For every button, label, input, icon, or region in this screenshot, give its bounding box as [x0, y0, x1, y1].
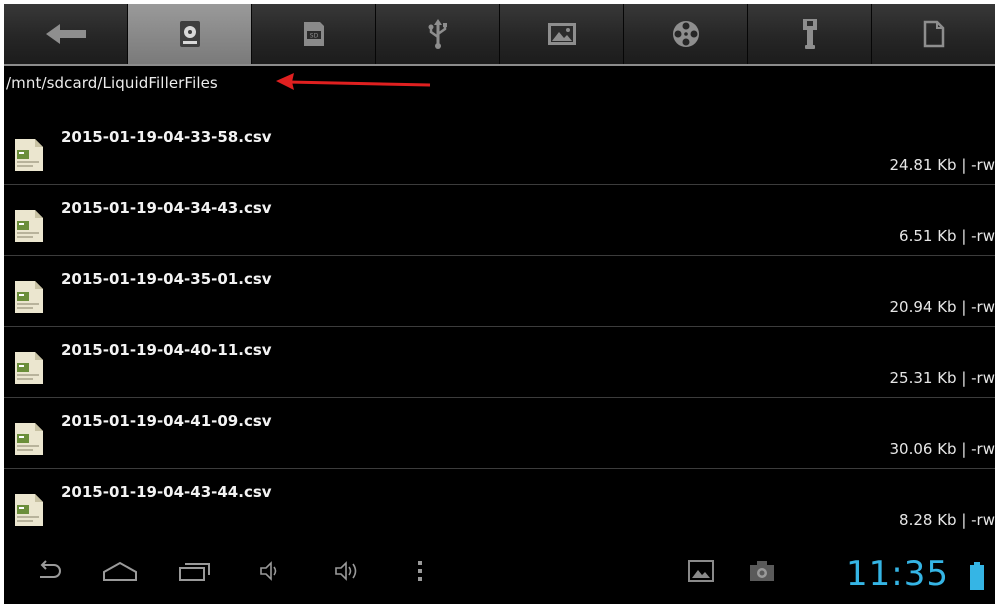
file-name: 2015-01-19-04-41-09.csv [61, 412, 272, 430]
home-nav-icon[interactable] [102, 560, 138, 582]
file-size-permissions: 25.31 Kb | -rw [889, 369, 995, 387]
system-bar: 11:35 [4, 540, 995, 604]
file-list: 2015-01-19-04-33-58.csv 24.81 Kb | -rw 2… [4, 114, 995, 539]
tab-tools[interactable] [748, 4, 872, 64]
file-row[interactable]: 2015-01-19-04-41-09.csv 30.06 Kb | -rw [4, 398, 995, 469]
file-manager-tab-bar: SD [4, 4, 995, 66]
film-reel-icon [672, 21, 699, 47]
picture-icon [547, 23, 576, 45]
back-arrow-icon [45, 24, 86, 44]
menu-overflow-icon[interactable] [416, 560, 424, 582]
file-icon [15, 494, 43, 526]
usb-icon [428, 19, 447, 49]
file-name: 2015-01-19-04-43-44.csv [61, 483, 272, 501]
file-row[interactable]: 2015-01-19-04-34-43.csv 6.51 Kb | -rw [4, 185, 995, 256]
file-row[interactable]: 2015-01-19-04-40-11.csv 25.31 Kb | -rw [4, 327, 995, 398]
file-name: 2015-01-19-04-35-01.csv [61, 270, 272, 288]
current-path: /mnt/sdcard/LiquidFillerFiles [6, 74, 218, 92]
file-size-permissions: 20.94 Kb | -rw [889, 298, 995, 316]
file-name: 2015-01-19-04-33-58.csv [61, 128, 272, 146]
recent-apps-icon[interactable] [178, 560, 212, 582]
tab-back[interactable] [4, 4, 128, 64]
svg-text:SD: SD [309, 33, 318, 40]
document-icon [923, 20, 944, 48]
clock[interactable]: 11:35 [846, 554, 949, 594]
file-row[interactable]: 2015-01-19-04-33-58.csv 24.81 Kb | -rw [4, 114, 995, 185]
file-icon [15, 139, 43, 171]
back-nav-icon[interactable] [34, 560, 64, 582]
sd-card-icon: SD [303, 22, 324, 46]
tab-internal-storage[interactable] [128, 4, 252, 64]
annotation-arrow-icon [276, 73, 431, 90]
file-size-permissions: 24.81 Kb | -rw [889, 156, 995, 174]
gallery-notification-icon[interactable] [688, 560, 714, 582]
file-icon [15, 352, 43, 384]
internal-storage-icon [179, 21, 200, 47]
file-row[interactable]: 2015-01-19-04-35-01.csv 20.94 Kb | -rw [4, 256, 995, 327]
wrench-icon [802, 19, 817, 49]
file-icon [15, 281, 43, 313]
android-screen: SD /mnt/sdcard/LiquidFillerFiles 2015-01… [4, 4, 995, 604]
file-name: 2015-01-19-04-40-11.csv [61, 341, 272, 359]
file-name: 2015-01-19-04-34-43.csv [61, 199, 272, 217]
file-size-permissions: 30.06 Kb | -rw [889, 440, 995, 458]
tab-documents[interactable] [872, 4, 995, 64]
path-bar: /mnt/sdcard/LiquidFillerFiles [4, 66, 995, 102]
screenshot-notification-icon[interactable] [749, 560, 775, 582]
file-icon [15, 210, 43, 242]
tab-pictures[interactable] [500, 4, 624, 64]
file-row[interactable]: 2015-01-19-04-43-44.csv 8.28 Kb | -rw [4, 469, 995, 539]
battery-icon [970, 562, 984, 590]
tab-sd-card[interactable]: SD [252, 4, 376, 64]
file-size-permissions: 8.28 Kb | -rw [899, 511, 995, 529]
volume-down-icon[interactable] [259, 560, 281, 582]
file-icon [15, 423, 43, 455]
tab-usb[interactable] [376, 4, 500, 64]
tab-videos[interactable] [624, 4, 748, 64]
volume-up-icon[interactable] [334, 560, 362, 582]
file-size-permissions: 6.51 Kb | -rw [899, 227, 995, 245]
